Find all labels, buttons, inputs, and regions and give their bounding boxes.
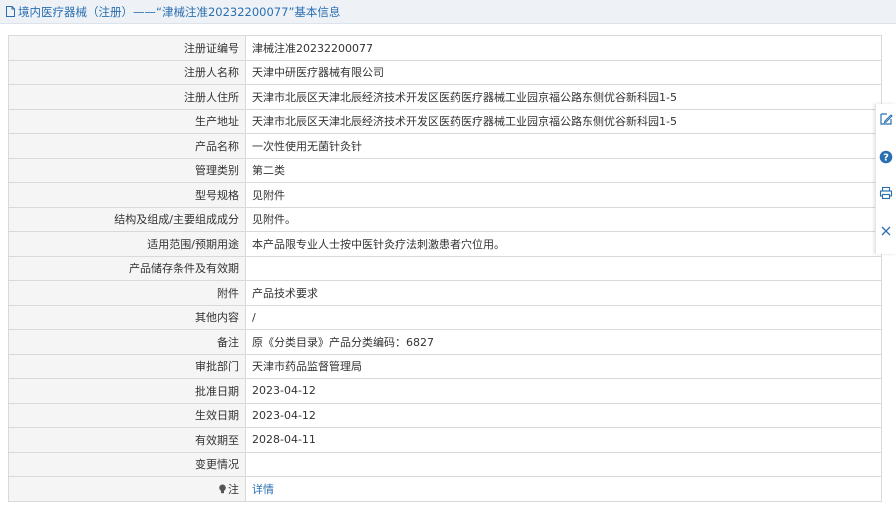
- note-label: 注: [8, 476, 246, 502]
- row-label: 附件: [8, 280, 246, 306]
- row-value: 第二类: [245, 157, 882, 183]
- row-value: /: [245, 304, 882, 330]
- row-label: 审批部门: [8, 353, 246, 379]
- row-value: 2023-04-12: [245, 378, 882, 404]
- row-label: 其他内容: [8, 304, 246, 330]
- row-value: 见附件: [245, 182, 882, 208]
- table-row: 注册人名称 天津中研医疗器械有限公司: [8, 59, 882, 85]
- row-value: [245, 255, 882, 281]
- table-row: 生效日期 2023-04-12: [8, 402, 882, 428]
- page-title: 境内医疗器械（注册）——“津械注准20232200077”基本信息: [18, 4, 341, 19]
- details-link[interactable]: 详情: [252, 483, 274, 496]
- table-row: 适用范围/预期用途 本产品限专业人士按中医针灸疗法刺激患者穴位用。: [8, 231, 882, 257]
- row-value: 一次性使用无菌针灸针: [245, 133, 882, 159]
- row-label: 有效期至: [8, 427, 246, 453]
- edit-icon[interactable]: [879, 112, 893, 126]
- row-label: 型号规格: [8, 182, 246, 208]
- table-row: 产品名称 一次性使用无菌针灸针: [8, 133, 882, 159]
- row-value: 见附件。: [245, 206, 882, 232]
- table-row: 产品储存条件及有效期: [8, 255, 882, 281]
- row-value: 产品技术要求: [245, 280, 882, 306]
- row-value: 原《分类目录》产品分类编码：6827: [245, 329, 882, 355]
- table-row: 附件 产品技术要求: [8, 280, 882, 306]
- print-icon[interactable]: [879, 186, 893, 200]
- help-icon[interactable]: ?: [879, 150, 893, 164]
- close-icon[interactable]: [879, 224, 893, 238]
- table-row: 注册人住所 天津市北辰区天津北辰经济技术开发区医药医疗器械工业园京福公路东侧优谷新…: [8, 84, 882, 110]
- note-value: 详情: [245, 476, 882, 502]
- lightbulb-icon: [219, 484, 226, 493]
- page-header: 境内医疗器械（注册）——“津械注准20232200077”基本信息: [0, 0, 896, 24]
- row-label: 注册人住所: [8, 84, 246, 110]
- table-row: 批准日期 2023-04-12: [8, 378, 882, 404]
- floating-toolbar: ?: [875, 104, 896, 254]
- document-icon: [6, 6, 15, 17]
- table-row: 结构及组成/主要组成成分 见附件。: [8, 206, 882, 232]
- row-label: 生效日期: [8, 402, 246, 428]
- row-label: 备注: [8, 329, 246, 355]
- row-label: 注册证编号: [8, 35, 246, 61]
- row-label: 注册人名称: [8, 59, 246, 85]
- table-row: 生产地址 天津市北辰区天津北辰经济技术开发区医药医疗器械工业园京福公路东侧优谷新科…: [8, 108, 882, 134]
- svg-text:?: ?: [883, 153, 889, 164]
- table-row: 有效期至 2028-04-11: [8, 427, 882, 453]
- row-label: 适用范围/预期用途: [8, 231, 246, 257]
- table-row: 其他内容 /: [8, 304, 882, 330]
- table-row: 变更情况: [8, 451, 882, 477]
- info-table-container: 注册证编号 津械注准20232200077 注册人名称 天津中研医疗器械有限公司 注…: [8, 35, 882, 502]
- row-value: 本产品限专业人士按中医针灸疗法刺激患者穴位用。: [245, 231, 882, 257]
- table-row: 备注 原《分类目录》产品分类编码：6827: [8, 329, 882, 355]
- row-label: 管理类别: [8, 157, 246, 183]
- row-value: 2023-04-12: [245, 402, 882, 428]
- row-value: 天津市药品监督管理局: [245, 353, 882, 379]
- table-row: 型号规格 见附件: [8, 182, 882, 208]
- note-label-text: 注: [228, 482, 239, 496]
- table-row: 注册证编号 津械注准20232200077: [8, 35, 882, 61]
- row-label: 生产地址: [8, 108, 246, 134]
- row-label: 结构及组成/主要组成成分: [8, 206, 246, 232]
- table-row: 管理类别 第二类: [8, 157, 882, 183]
- row-value: 天津市北辰区天津北辰经济技术开发区医药医疗器械工业园京福公路东侧优谷新科园1-5: [245, 84, 882, 110]
- row-value: 津械注准20232200077: [245, 35, 882, 61]
- row-label: 产品储存条件及有效期: [8, 255, 246, 281]
- row-label: 批准日期: [8, 378, 246, 404]
- table-row: 审批部门 天津市药品监督管理局: [8, 353, 882, 379]
- row-value: 2028-04-11: [245, 427, 882, 453]
- row-value: 天津市北辰区天津北辰经济技术开发区医药医疗器械工业园京福公路东侧优谷新科园1-5: [245, 108, 882, 134]
- note-row: 注 详情: [8, 476, 882, 502]
- row-value: [245, 451, 882, 477]
- row-value: 天津中研医疗器械有限公司: [245, 59, 882, 85]
- row-label: 变更情况: [8, 451, 246, 477]
- row-label: 产品名称: [8, 133, 246, 159]
- info-table: 注册证编号 津械注准20232200077 注册人名称 天津中研医疗器械有限公司 注…: [8, 35, 882, 502]
